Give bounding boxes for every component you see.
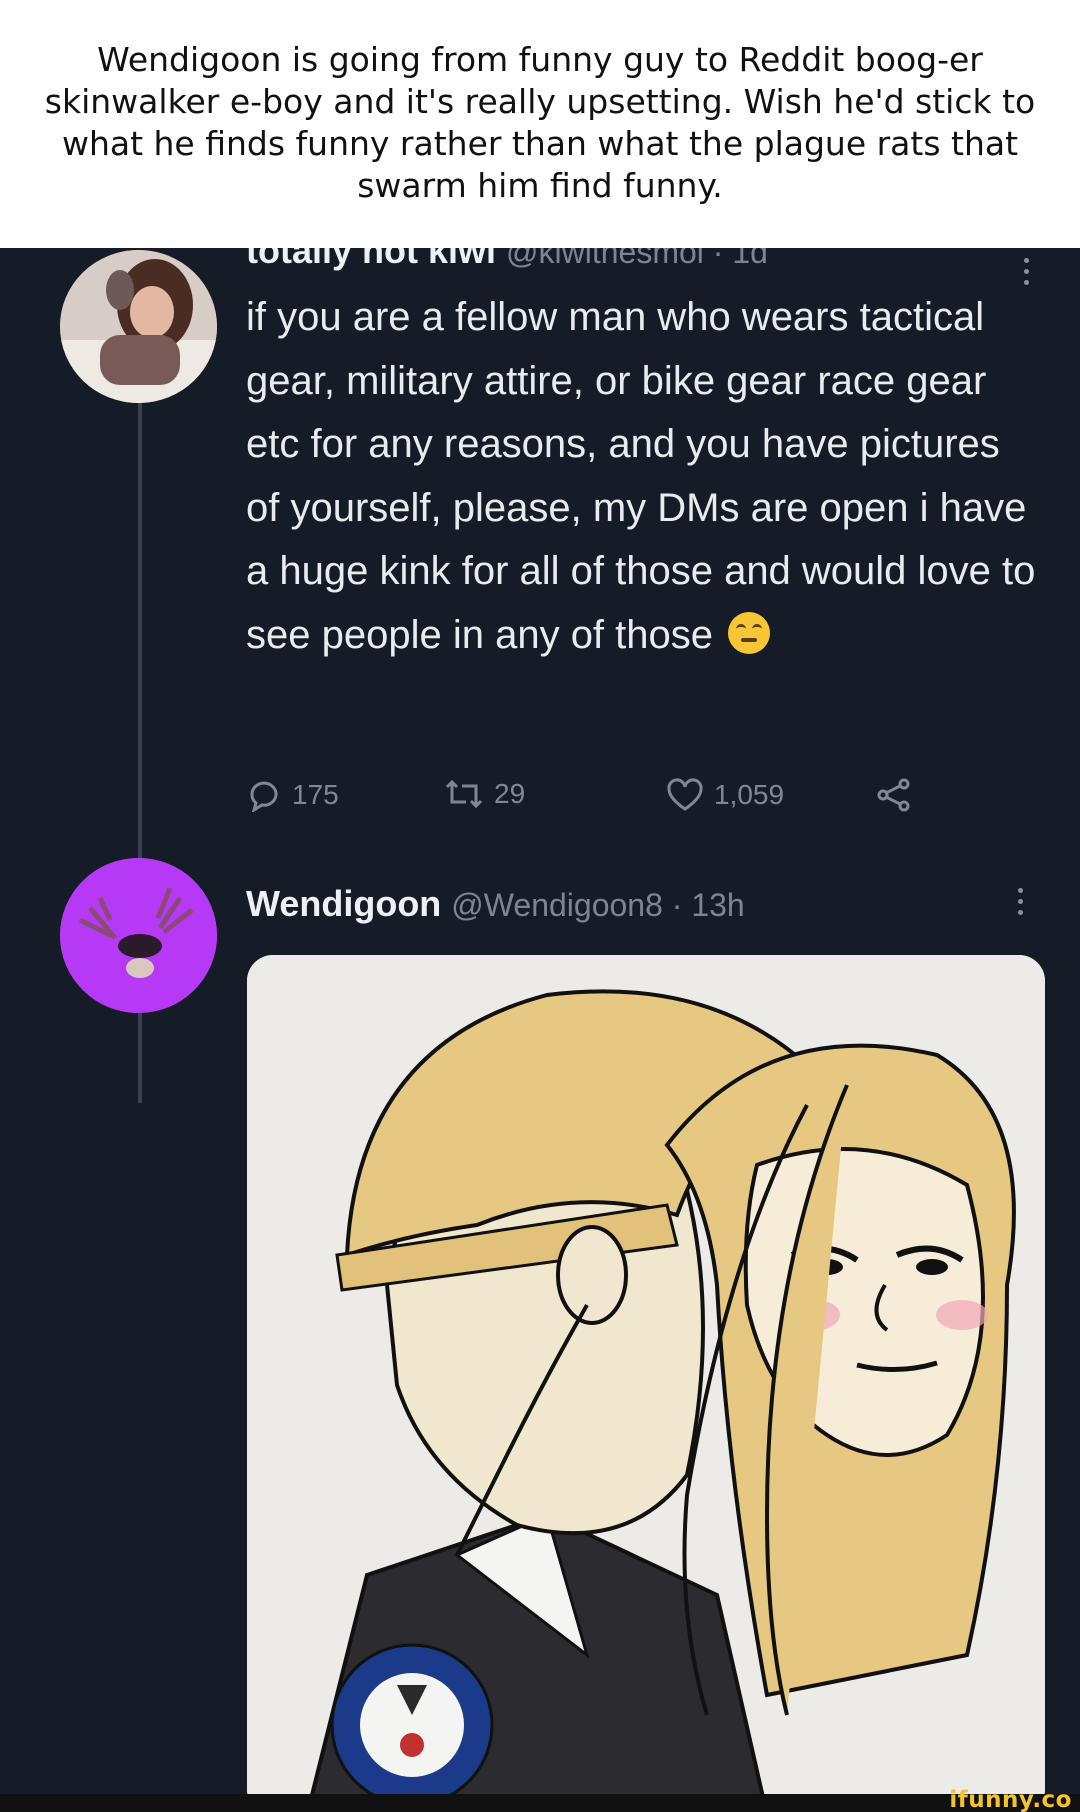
retweet-button[interactable]: 29 xyxy=(444,778,525,810)
more-options-icon[interactable] xyxy=(1024,258,1032,285)
display-name[interactable]: totally not kiwi xyxy=(246,248,496,271)
handle-timestamp[interactable]: @Wendigoon8 · 13h xyxy=(451,887,744,923)
tweet-header: totally not kiwi @kiwithesmol · 1d xyxy=(246,248,768,272)
reply-count: 175 xyxy=(292,779,339,810)
tweet-header: Wendigoon @Wendigoon8 · 13h xyxy=(246,883,745,925)
share-button[interactable] xyxy=(876,778,912,812)
tweet-media-image[interactable] xyxy=(247,955,1045,1794)
retweet-icon xyxy=(445,779,483,809)
tweet-thread: totally not kiwi @kiwithesmol · 1d if you… xyxy=(0,248,1080,1794)
tweet-text: if you are a fellow man who wears tactic… xyxy=(246,286,1036,667)
watermark-bar xyxy=(0,1794,1080,1812)
display-name[interactable]: Wendigoon xyxy=(246,883,441,924)
heart-icon xyxy=(667,778,703,811)
tweet-actions: 175 29 1,059 xyxy=(246,778,926,818)
handle-timestamp[interactable]: @kiwithesmol · 1d xyxy=(506,248,768,270)
retweet-count: 29 xyxy=(494,778,526,809)
like-button[interactable]: 1,059 xyxy=(666,778,784,812)
caption-text: Wendigoon is going from funny guy to Red… xyxy=(44,40,1036,205)
wojak-cia-agent-drawing xyxy=(247,955,1045,1794)
avatar-kiwi[interactable] xyxy=(60,250,217,403)
avatar-wendigoon[interactable] xyxy=(60,858,217,1013)
like-count: 1,059 xyxy=(714,779,785,810)
caption-panel: Wendigoon is going from funny guy to Red… xyxy=(0,0,1080,248)
ifunny-watermark: ifunny.co xyxy=(949,1787,1072,1812)
share-icon xyxy=(877,778,910,812)
reply-icon xyxy=(250,781,278,812)
more-options-icon[interactable] xyxy=(1018,888,1026,915)
rolling-eyes-emoji-icon xyxy=(728,611,771,654)
reply-button[interactable]: 175 xyxy=(246,778,339,812)
tweet-text-content: if you are a fellow man who wears tactic… xyxy=(246,295,1036,657)
